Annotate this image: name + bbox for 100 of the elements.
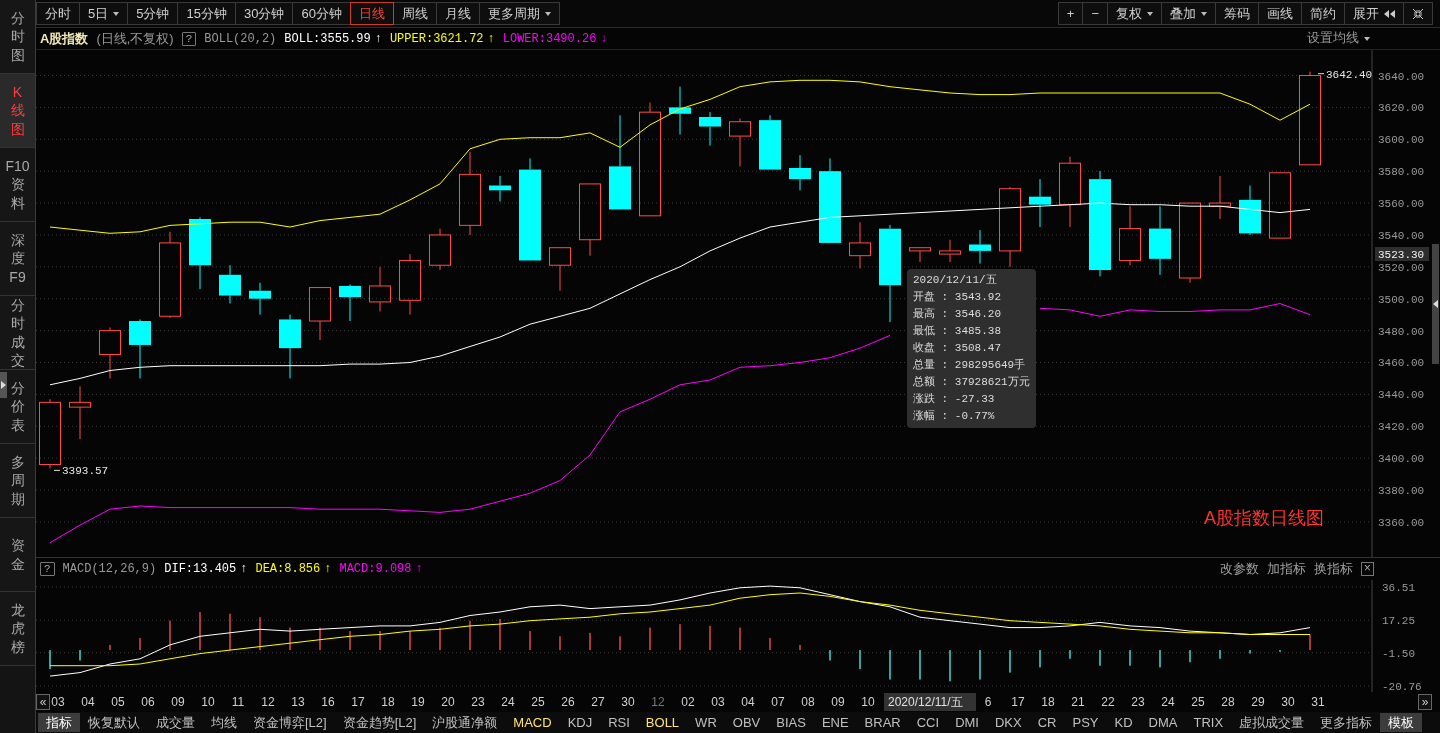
- candlestick: [1059, 156, 1081, 228]
- indicator-tab[interactable]: MACD: [505, 713, 560, 732]
- double-left-chevron-icon: [1384, 9, 1395, 18]
- tooltip-row-text: 最低 : 3485.38: [913, 324, 1002, 339]
- date-label: 25: [1191, 695, 1205, 709]
- close-button[interactable]: ×: [1360, 562, 1374, 576]
- indicator-tab[interactable]: CCI: [908, 713, 948, 732]
- period-tab[interactable]: 30分钟: [234, 2, 294, 25]
- collapse-button[interactable]: [1403, 2, 1433, 25]
- sidebar-tab[interactable]: K线图: [0, 74, 35, 148]
- date-label: 12: [261, 695, 275, 709]
- indicator-tab[interactable]: 成交量: [148, 713, 203, 732]
- indicator-tab[interactable]: ENE: [813, 713, 857, 732]
- axis-label: 17.25: [1382, 615, 1415, 628]
- indicator-tab[interactable]: 资金博弈[L2]: [245, 713, 335, 732]
- panel-toggle[interactable]: [0, 372, 7, 398]
- toolbar-button[interactable]: +: [1057, 2, 1084, 25]
- tooltip-row-text: 总量 : 298295649手: [913, 357, 1027, 373]
- expand-button[interactable]: 展开: [1344, 2, 1404, 25]
- period-tab[interactable]: 5分钟: [127, 2, 179, 25]
- date-label: 28: [1221, 695, 1235, 709]
- arrow-icon: [1, 381, 6, 389]
- help-button[interactable]: ?: [181, 31, 197, 46]
- period-tab[interactable]: 分时: [36, 2, 80, 25]
- period-tab[interactable]: 5日: [79, 2, 129, 25]
- indicator-tab[interactable]: 沪股通净额: [424, 713, 506, 732]
- date-label: 19: [411, 695, 425, 709]
- date-label: 24: [501, 695, 515, 709]
- candlestick: [1029, 178, 1051, 228]
- sidebar-tab[interactable]: 分时成交: [0, 296, 35, 370]
- date-label: 13: [291, 695, 305, 709]
- action-link[interactable]: 加指标: [1266, 559, 1306, 579]
- indicator-tab[interactable]: DKX: [986, 713, 1030, 732]
- date-label: 07: [771, 695, 785, 709]
- template-button[interactable]: 模板: [1380, 713, 1423, 732]
- indicator-tab[interactable]: 虚拟成交量: [1231, 713, 1313, 732]
- date-label: 21: [1071, 695, 1085, 709]
- candlestick: [729, 118, 751, 167]
- period-tab[interactable]: 周线: [392, 2, 437, 25]
- dropdown-button[interactable]: 叠加: [1161, 2, 1216, 25]
- candlestick: [399, 253, 421, 316]
- toolbar-button[interactable]: 筹码: [1215, 2, 1259, 25]
- dropdown-button[interactable]: 复权: [1107, 2, 1162, 25]
- date-label: 18: [381, 695, 395, 709]
- toolbar-button[interactable]: −: [1082, 2, 1108, 25]
- indicator-value: DIF:13.405: [164, 561, 237, 578]
- period-tab[interactable]: 更多周期: [478, 2, 560, 25]
- indicator-tab[interactable]: DMA: [1140, 713, 1186, 732]
- period-tab[interactable]: 日线: [349, 2, 394, 25]
- panel-toggle[interactable]: [1432, 243, 1439, 364]
- indicator-tab[interactable]: DMI: [947, 713, 987, 732]
- indicator-tab[interactable]: BOLL: [637, 713, 688, 732]
- toolbar-button[interactable]: 简约: [1301, 2, 1345, 25]
- indicator-tab[interactable]: OBV: [724, 713, 769, 732]
- indicator-tab[interactable]: 指标: [38, 713, 80, 732]
- date-label: 24: [1161, 695, 1175, 709]
- indicator-tab[interactable]: KD: [1106, 713, 1141, 732]
- period-tab[interactable]: 60分钟: [292, 2, 351, 25]
- period-tab[interactable]: 15分钟: [177, 2, 236, 25]
- indicator-tab[interactable]: CR: [1029, 713, 1065, 732]
- date-label: 23: [471, 695, 485, 709]
- date-label: 27: [591, 695, 605, 709]
- scroll-right-button[interactable]: »: [1418, 694, 1432, 710]
- settings-dropdown[interactable]: 设置均线: [1307, 28, 1370, 49]
- indicator-tab[interactable]: BRAR: [856, 713, 909, 732]
- period-tab[interactable]: 月线: [435, 2, 480, 25]
- high-price-label: 3642.40: [1326, 68, 1373, 81]
- indicator-tab[interactable]: WR: [687, 713, 725, 732]
- action-link[interactable]: 改参数: [1219, 559, 1259, 579]
- period-label: (日线,不复权): [96, 29, 174, 48]
- action-link[interactable]: 换指标: [1313, 559, 1353, 579]
- candlestick: [99, 326, 121, 379]
- scroll-left-button[interactable]: «: [36, 694, 50, 710]
- axis-label: 3540.00: [1378, 229, 1425, 242]
- chart-caption: A股指数日线图: [1204, 508, 1324, 528]
- indicator-value: UPPER:3621.72: [389, 30, 484, 48]
- index-name: A股指数: [40, 29, 89, 48]
- candlestick: [309, 287, 331, 341]
- indicator-tab[interactable]: 恢复默认: [80, 713, 148, 732]
- indicator-tab[interactable]: RSI: [600, 713, 638, 732]
- indicator-tab[interactable]: 资金趋势[L2]: [334, 713, 425, 732]
- indicator-tab[interactable]: BIAS: [768, 713, 814, 732]
- candlestick: [1209, 175, 1231, 220]
- indicator-name: MACD(12,26,9): [62, 561, 157, 578]
- indicator-tab[interactable]: 更多指标: [1312, 713, 1381, 732]
- date-label: 06: [141, 695, 155, 709]
- date-label: 02: [681, 695, 695, 709]
- indicator-tab[interactable]: PSY: [1064, 713, 1107, 732]
- toolbar-button[interactable]: 画线: [1258, 2, 1302, 25]
- indicator-tab[interactable]: KDJ: [559, 713, 601, 732]
- tooltip-row-text: 收盘 : 3508.47: [913, 341, 1002, 356]
- help-button[interactable]: ?: [40, 562, 55, 576]
- date-label: 26: [561, 695, 575, 709]
- indicator-tab[interactable]: TRIX: [1185, 713, 1232, 732]
- candlestick: [969, 229, 991, 265]
- axis-label: 3640.00: [1378, 70, 1425, 83]
- date-label: 08: [801, 695, 815, 709]
- axis-label: 3440.00: [1378, 389, 1425, 402]
- date-label: 03: [711, 695, 725, 709]
- indicator-tab[interactable]: 均线: [203, 713, 245, 732]
